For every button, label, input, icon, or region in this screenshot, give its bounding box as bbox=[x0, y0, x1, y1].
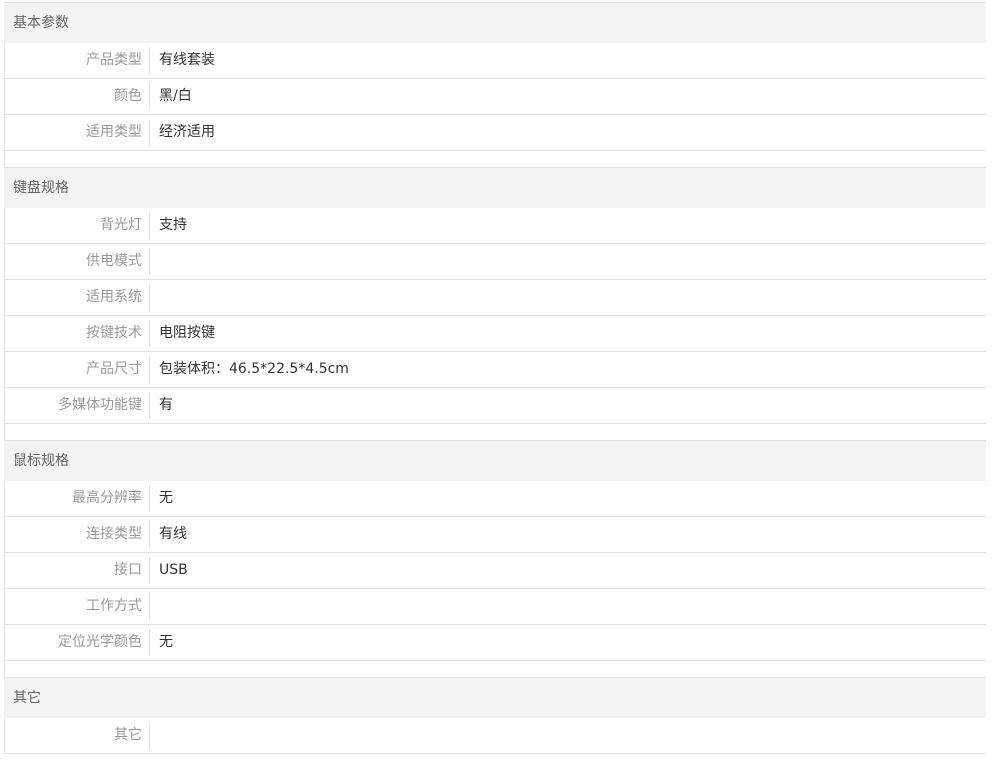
spec-label: 定位光学颜色 bbox=[5, 629, 150, 656]
spec-row: 工作方式 bbox=[5, 589, 986, 625]
spec-row: 连接类型 有线 bbox=[5, 517, 986, 553]
spec-label: 适用系统 bbox=[5, 284, 150, 311]
spec-value: 有线套装 bbox=[159, 52, 215, 68]
spec-label: 产品类型 bbox=[5, 47, 150, 74]
spec-label: 适用类型 bbox=[5, 119, 150, 146]
spec-row: 最高分辨率 无 bbox=[5, 481, 986, 517]
spec-label: 多媒体功能键 bbox=[5, 392, 150, 419]
spec-row: 多媒体功能键 有 bbox=[5, 388, 986, 424]
spec-label: 按键技术 bbox=[5, 320, 150, 347]
spec-row: 定位光学颜色 无 bbox=[5, 625, 986, 661]
spec-row: 颜色 黑/白 bbox=[5, 79, 986, 115]
spec-row: 适用类型 经济适用 bbox=[5, 115, 986, 151]
spec-label: 其它 bbox=[5, 722, 150, 749]
spec-label: 工作方式 bbox=[5, 593, 150, 620]
spec-row: 适用系统 bbox=[5, 280, 986, 316]
spec-label: 背光灯 bbox=[5, 212, 150, 239]
spec-value: 包装体积：46.5*22.5*4.5cm bbox=[159, 361, 349, 377]
spec-value: 有 bbox=[159, 397, 173, 413]
section-title: 鼠标规格 bbox=[4, 441, 986, 481]
section-title: 键盘规格 bbox=[4, 168, 986, 208]
section-title: 其它 bbox=[4, 678, 986, 718]
spec-section-other: 其它 其它 bbox=[4, 677, 986, 754]
spec-label: 最高分辨率 bbox=[5, 485, 150, 512]
spec-value bbox=[150, 244, 159, 279]
spec-section-basic: 基本参数 产品类型 有线套装 颜色 黑/白 适用类型 经济适用 bbox=[4, 2, 986, 167]
spec-row: 产品类型 有线套装 bbox=[5, 43, 986, 79]
spec-section-keyboard: 键盘规格 背光灯 支持 供电模式 适用系统 按键技术 电阻按键 产品尺寸 包装体… bbox=[4, 167, 986, 440]
spec-value: 黑/白 bbox=[159, 88, 192, 104]
spec-section-mouse: 鼠标规格 最高分辨率 无 连接类型 有线 接口 USB 工作方式 定位光学颜色 … bbox=[4, 440, 986, 677]
spec-value: 电阻按键 bbox=[159, 325, 215, 341]
section-title: 基本参数 bbox=[4, 3, 986, 43]
spec-row: 接口 USB bbox=[5, 553, 986, 589]
spec-row: 背光灯 支持 bbox=[5, 208, 986, 244]
spec-value: 经济适用 bbox=[159, 124, 215, 140]
spec-value: 有线 bbox=[159, 526, 187, 542]
spec-value: 支持 bbox=[159, 217, 187, 233]
spec-row: 产品尺寸 包装体积：46.5*22.5*4.5cm bbox=[5, 352, 986, 388]
spec-value: USB bbox=[159, 562, 188, 578]
spec-label: 连接类型 bbox=[5, 521, 150, 548]
spec-label: 产品尺寸 bbox=[5, 356, 150, 383]
spec-table: 基本参数 产品类型 有线套装 颜色 黑/白 适用类型 经济适用 键盘规格 背光灯… bbox=[4, 2, 986, 754]
spec-label: 颜色 bbox=[5, 83, 150, 110]
spec-value: 无 bbox=[159, 490, 173, 506]
spec-row: 供电模式 bbox=[5, 244, 986, 280]
spec-value bbox=[150, 718, 159, 753]
spec-row: 其它 bbox=[5, 718, 986, 754]
spec-value bbox=[150, 589, 159, 624]
spec-label: 供电模式 bbox=[5, 248, 150, 275]
spec-value bbox=[150, 280, 159, 315]
spec-row: 按键技术 电阻按键 bbox=[5, 316, 986, 352]
spec-label: 接口 bbox=[5, 557, 150, 584]
spec-value: 无 bbox=[159, 634, 173, 650]
